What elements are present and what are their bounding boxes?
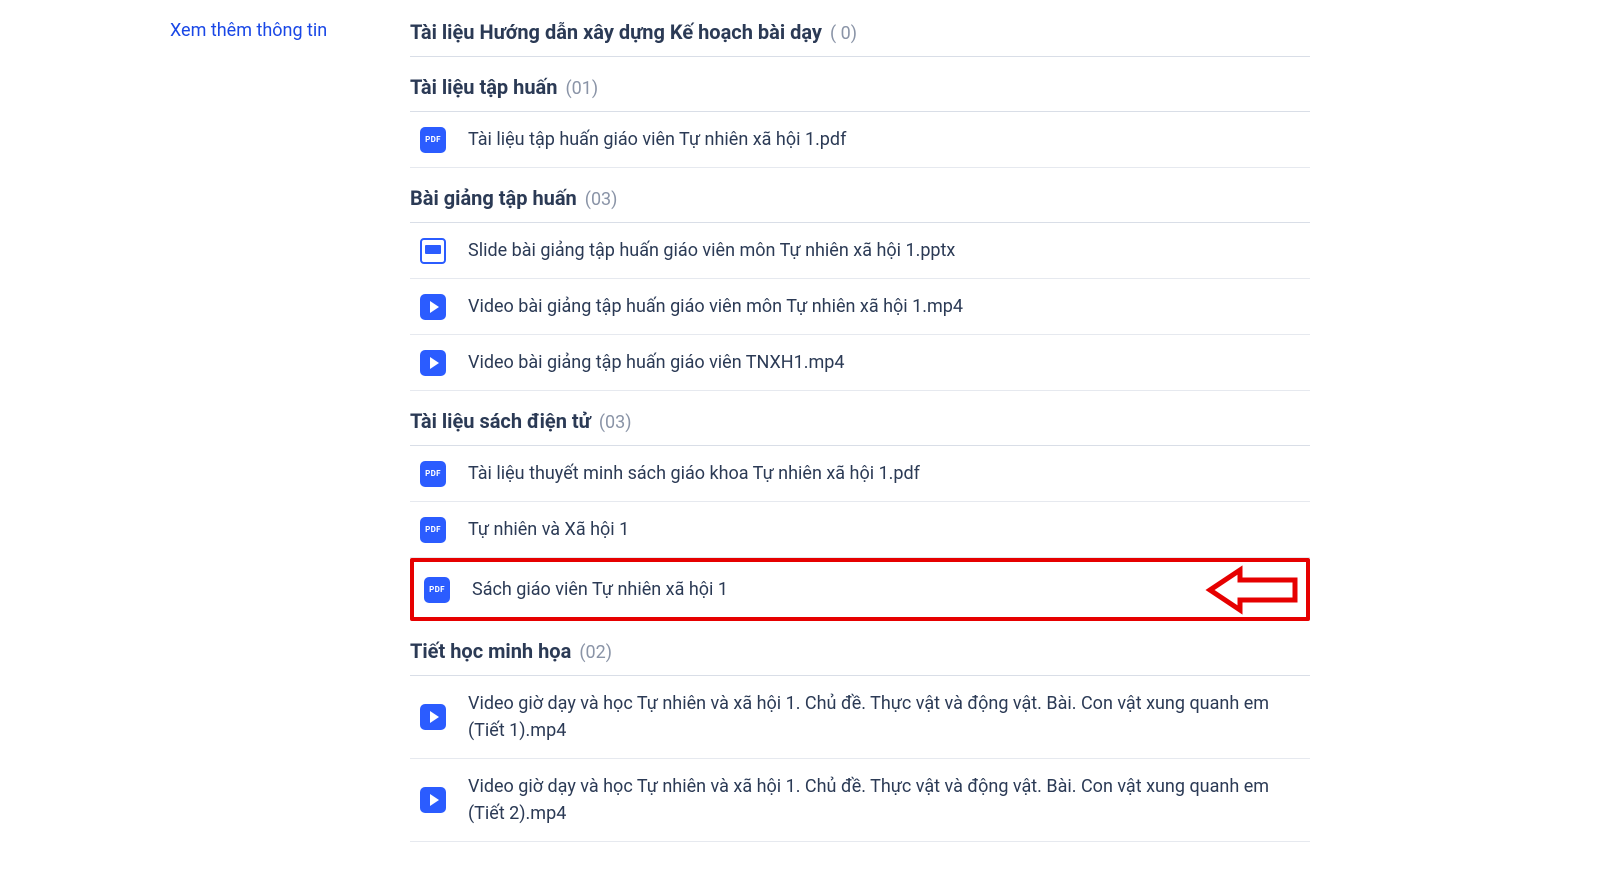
file-name: Video bài giảng tập huấn giáo viên môn T… [468, 293, 1304, 320]
file-row[interactable]: PDF Tài liệu thuyết minh sách giáo khoa … [410, 446, 1310, 502]
pdf-icon: PDF [420, 517, 446, 543]
file-row[interactable]: Video giờ dạy và học Tự nhiên và xã hội … [410, 676, 1310, 759]
section-header: Tài liệu sách điện tử (03) [410, 409, 1310, 446]
section-header: Tài liệu tập huấn (01) [410, 75, 1310, 112]
section-demo-lessons: Tiết học minh họa (02) Video giờ dạy và … [410, 639, 1310, 842]
file-row[interactable]: Video bài giảng tập huấn giáo viên TNXH1… [410, 335, 1310, 391]
pptx-icon [420, 238, 446, 264]
main-content: Tài liệu Hướng dẫn xây dựng Kế hoạch bài… [410, 20, 1310, 860]
file-row[interactable]: Video giờ dạy và học Tự nhiên và xã hội … [410, 759, 1310, 842]
video-icon [420, 704, 446, 730]
highlighted-file: PDF Sách giáo viên Tự nhiên xã hội 1 [410, 558, 1310, 621]
video-icon [420, 294, 446, 320]
sidebar: Xem thêm thông tin [40, 20, 410, 860]
section-count: (01) [565, 78, 598, 99]
file-name: Video giờ dạy và học Tự nhiên và xã hội … [468, 690, 1304, 744]
pdf-icon: PDF [420, 127, 446, 153]
file-name: Sách giáo viên Tự nhiên xã hội 1 [472, 576, 1300, 603]
section-training-docs: Tài liệu tập huấn (01) PDF Tài liệu tập … [410, 75, 1310, 168]
section-title: Tiết học minh họa [410, 639, 571, 663]
section-count: (02) [579, 642, 612, 663]
file-row[interactable]: PDF Sách giáo viên Tự nhiên xã hội 1 [414, 562, 1306, 617]
file-name: Tự nhiên và Xã hội 1 [468, 516, 1304, 543]
file-name: Video giờ dạy và học Tự nhiên và xã hội … [468, 773, 1304, 827]
section-ebooks: Tài liệu sách điện tử (03) PDF Tài liệu … [410, 409, 1310, 621]
file-row[interactable]: PDF Tài liệu tập huấn giáo viên Tự nhiên… [410, 112, 1310, 168]
file-name: Tài liệu thuyết minh sách giáo khoa Tự n… [468, 460, 1304, 487]
section-title: Tài liệu sách điện tử [410, 409, 591, 433]
section-title: Tài liệu tập huấn [410, 75, 557, 99]
section-count: (03) [599, 412, 632, 433]
file-row[interactable]: PDF Tự nhiên và Xã hội 1 [410, 502, 1310, 558]
section-training-lectures: Bài giảng tập huấn (03) Slide bài giảng … [410, 186, 1310, 391]
file-name: Tài liệu tập huấn giáo viên Tự nhiên xã … [468, 126, 1304, 153]
section-guide: Tài liệu Hướng dẫn xây dựng Kế hoạch bài… [410, 20, 1310, 57]
file-name: Slide bài giảng tập huấn giáo viên môn T… [468, 237, 1304, 264]
section-title: Tài liệu Hướng dẫn xây dựng Kế hoạch bài… [410, 20, 822, 44]
section-header: Bài giảng tập huấn (03) [410, 186, 1310, 223]
more-info-link[interactable]: Xem thêm thông tin [170, 20, 327, 41]
section-header: Tài liệu Hướng dẫn xây dựng Kế hoạch bài… [410, 20, 1310, 57]
video-icon [420, 787, 446, 813]
pdf-icon: PDF [420, 461, 446, 487]
section-count: ( 0) [830, 23, 857, 44]
file-row[interactable]: Slide bài giảng tập huấn giáo viên môn T… [410, 223, 1310, 279]
section-title: Bài giảng tập huấn [410, 186, 577, 210]
pdf-icon: PDF [424, 577, 450, 603]
file-name: Video bài giảng tập huấn giáo viên TNXH1… [468, 349, 1304, 376]
section-header: Tiết học minh họa (02) [410, 639, 1310, 676]
video-icon [420, 350, 446, 376]
section-count: (03) [585, 189, 618, 210]
file-row[interactable]: Video bài giảng tập huấn giáo viên môn T… [410, 279, 1310, 335]
